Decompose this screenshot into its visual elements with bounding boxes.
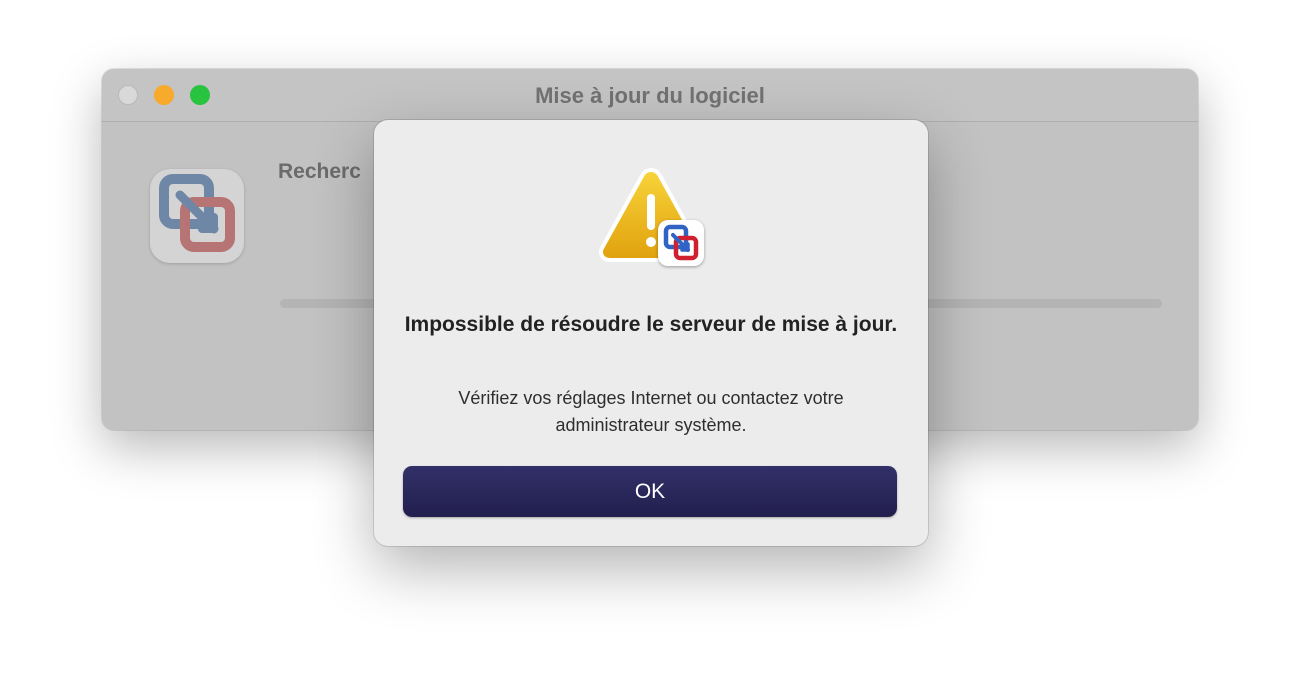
alert-message: Vérifiez vos réglages Internet ou contac… (458, 388, 844, 435)
update-status-label: Recherc (278, 160, 361, 183)
vmware-fusion-badge-icon (658, 220, 704, 266)
alert-dialog: Impossible de résoudre le serveur de mis… (374, 120, 928, 546)
screen: Mise à jour du logiciel Recherc Impossib… (0, 0, 1300, 681)
ok-button[interactable]: OK (403, 466, 897, 517)
vmware-fusion-icon (150, 169, 244, 263)
alert-title: Impossible de résoudre le serveur de mis… (404, 313, 898, 336)
window-title: Mise à jour du logiciel (535, 83, 765, 108)
title-bar: Mise à jour du logiciel (102, 69, 1198, 122)
